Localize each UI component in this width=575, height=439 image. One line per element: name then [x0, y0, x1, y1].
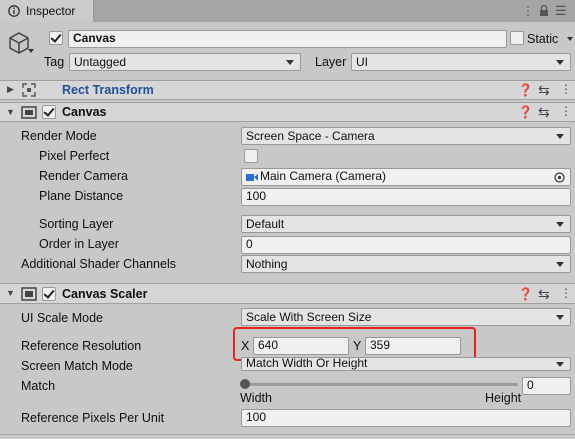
ui-scale-mode-label: UI Scale Mode	[21, 311, 103, 325]
chevron-down-icon	[556, 315, 564, 320]
help-icon[interactable]: ❓	[518, 83, 533, 97]
plane-distance-label: Plane Distance	[39, 189, 124, 203]
pixel-perfect-label: Pixel Perfect	[39, 149, 110, 163]
shader-channels-label: Additional Shader Channels	[21, 257, 176, 271]
more-vert-icon[interactable]: ⋮	[560, 82, 572, 96]
ui-scale-mode-dropdown[interactable]: Scale With Screen Size	[241, 308, 571, 326]
match-slider-thumb[interactable]	[240, 379, 250, 389]
render-camera-label: Render Camera	[39, 169, 128, 183]
render-mode-label: Render Mode	[21, 129, 97, 143]
shader-channels-dropdown[interactable]: Nothing	[241, 255, 571, 273]
canvas-scaler-title: Canvas Scaler	[62, 287, 148, 301]
object-picker-icon[interactable]	[554, 172, 565, 183]
plane-distance-input[interactable]: 100	[241, 188, 571, 206]
pixels-per-unit-input[interactable]: 100	[241, 409, 571, 427]
chevron-down-icon	[556, 222, 564, 227]
lock-icon[interactable]	[539, 5, 549, 17]
tab-title: Inspector	[26, 4, 76, 18]
help-icon[interactable]: ❓	[518, 105, 533, 119]
layer-label: Layer	[315, 55, 347, 69]
sorting-layer-dropdown[interactable]: Default	[241, 215, 571, 233]
layer-dropdown[interactable]: UI	[351, 53, 571, 71]
canvas-icon	[21, 106, 37, 119]
settings-icon[interactable]: ⇆	[538, 104, 550, 121]
render-mode-value: Screen Space - Camera	[246, 129, 375, 143]
canvas-scaler-icon	[21, 287, 37, 301]
canvas-title: Canvas	[62, 105, 107, 119]
static-label: Static	[527, 32, 559, 46]
canvas-scaler-enabled-checkbox[interactable]	[42, 287, 56, 301]
tag-label: Tag	[44, 55, 65, 69]
tab-bar: Inspector ⋮ ☰	[0, 0, 575, 23]
camera-icon	[246, 174, 258, 181]
object-name-input[interactable]: Canvas	[68, 30, 507, 48]
layer-value: UI	[356, 55, 368, 69]
more-vert-icon[interactable]: ⋮	[560, 104, 572, 118]
screen-match-mode-label: Screen Match Mode	[21, 359, 133, 373]
more-vert-icon[interactable]: ⋮	[522, 4, 534, 18]
settings-icon[interactable]: ⇆	[538, 286, 550, 303]
render-mode-dropdown[interactable]: Screen Space - Camera	[241, 127, 571, 145]
chevron-down-icon	[556, 134, 564, 139]
screen-match-mode-value: Match Width Or Height	[246, 356, 368, 370]
static-checkbox[interactable]	[510, 31, 524, 45]
static-dropdown-arrow[interactable]	[567, 37, 573, 41]
render-camera-field[interactable]: Main Camera (Camera)	[241, 168, 571, 186]
chevron-down-icon	[286, 60, 294, 65]
chevron-down-icon	[556, 60, 564, 65]
canvas-scaler-header[interactable]: ▼ Canvas Scaler ❓ ⇆ ⋮	[0, 283, 575, 304]
canvas-header[interactable]: ▼ Canvas ❓ ⇆ ⋮	[0, 102, 575, 122]
ui-scale-mode-value: Scale With Screen Size	[246, 310, 372, 324]
rect-transform-header[interactable]: ▶ Rect Transform ❓ ⇆ ⋮	[0, 80, 575, 100]
chevron-down-icon	[556, 262, 564, 267]
bottom-divider	[0, 434, 575, 435]
render-camera-value: Main Camera (Camera)	[260, 169, 387, 183]
width-label: Width	[240, 391, 272, 405]
sorting-layer-label: Sorting Layer	[39, 217, 114, 231]
screen-match-mode-dropdown[interactable]: Match Width Or Height	[241, 357, 571, 371]
rect-transform-title[interactable]: Rect Transform	[62, 83, 154, 97]
canvas-enabled-checkbox[interactable]	[42, 105, 56, 119]
help-icon[interactable]: ❓	[518, 287, 533, 301]
match-label: Match	[21, 379, 56, 393]
order-in-layer-label: Order in Layer	[39, 237, 119, 251]
expand-arrow-icon[interactable]: ▶	[7, 84, 14, 95]
active-checkbox[interactable]	[49, 31, 63, 45]
settings-icon[interactable]: ⇆	[538, 82, 550, 99]
more-vert-icon[interactable]: ⋮	[560, 286, 572, 300]
shader-channels-value: Nothing	[246, 257, 288, 271]
match-input[interactable]: 0	[522, 377, 571, 395]
order-in-layer-input[interactable]: 0	[241, 236, 571, 254]
icon-dropdown-arrow[interactable]	[28, 49, 34, 53]
collapse-arrow-icon[interactable]: ▼	[6, 107, 15, 117]
collapse-arrow-icon[interactable]: ▼	[6, 288, 15, 298]
tag-value: Untagged	[74, 55, 127, 69]
info-icon	[8, 5, 20, 17]
pixel-perfect-checkbox[interactable]	[244, 149, 258, 163]
height-label: Height	[485, 391, 522, 405]
reference-resolution-label: Reference Resolution	[21, 339, 142, 353]
pixels-per-unit-label: Reference Pixels Per Unit	[21, 411, 165, 425]
tab-menu-icon[interactable]: ☰	[555, 3, 567, 19]
rect-transform-icon	[22, 83, 36, 97]
sorting-layer-value: Default	[246, 217, 285, 231]
tag-dropdown[interactable]: Untagged	[69, 53, 301, 71]
tab-inspector[interactable]: Inspector	[0, 0, 94, 22]
chevron-down-icon	[556, 362, 564, 367]
match-slider-track[interactable]	[245, 383, 518, 386]
